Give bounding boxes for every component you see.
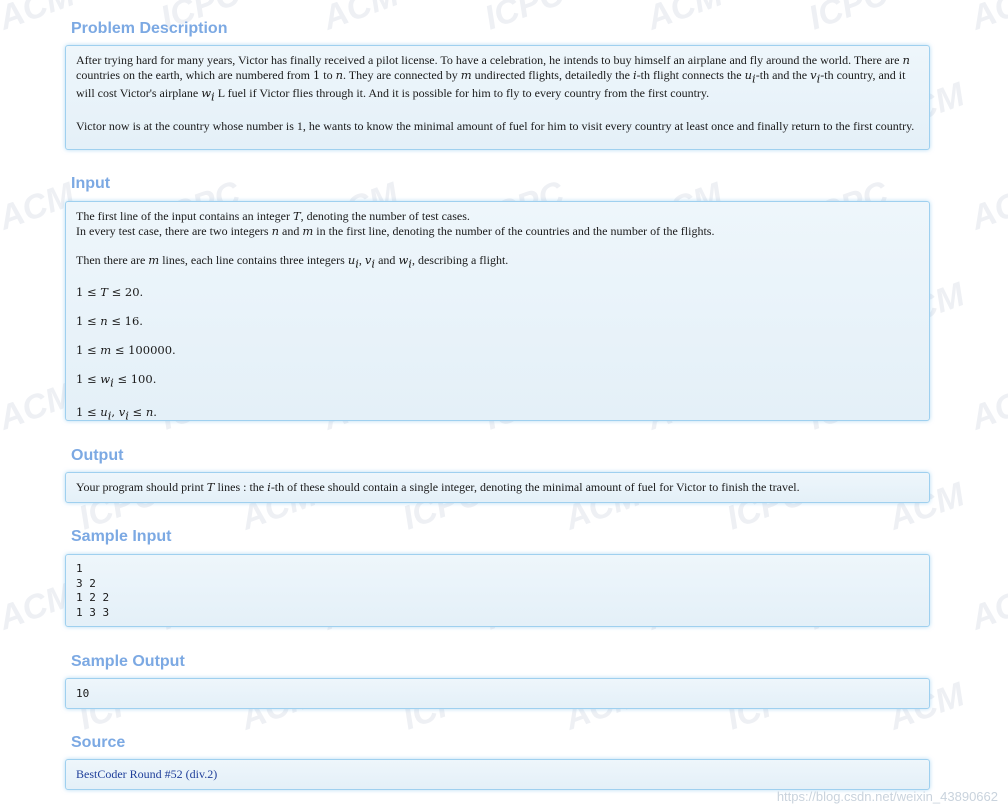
constraint-m: 1 ≤ m ≤ 100000. — [76, 343, 176, 358]
constraint-uv: 1 ≤ ui, vi ≤ n. — [76, 404, 157, 422]
input-paragraph-2: Then there are m lines, each line contai… — [76, 253, 509, 271]
output-title: Output — [71, 447, 124, 464]
watermark-glyph: ACM — [965, 375, 1008, 438]
input-paragraph-1: The first line of the input contains an … — [76, 209, 715, 238]
watermark-glyph: ICPC — [480, 0, 570, 38]
constraint-w: 1 ≤ wi ≤ 100. — [76, 372, 157, 390]
watermark-glyph: ACM — [317, 0, 404, 38]
output-paragraph: Your program should print T lines : the … — [76, 480, 800, 494]
problem-description-title: Problem Description — [71, 20, 228, 37]
output-panel: Your program should print T lines : the … — [65, 472, 930, 503]
sample-output-title: Sample Output — [71, 653, 185, 670]
watermark-glyph: ACM — [965, 175, 1008, 238]
watermark-glyph: ACM — [0, 0, 80, 38]
problem-description-paragraph-2: Victor now is at the country whose numbe… — [76, 118, 915, 133]
input-panel: The first line of the input contains an … — [65, 201, 930, 422]
source-panel: BestCoder Round #52 (div.2) — [65, 759, 930, 790]
source-title: Source — [71, 734, 126, 751]
input-title: Input — [71, 175, 111, 192]
source-link[interactable]: BestCoder Round #52 (div.2) — [76, 767, 217, 781]
watermark-glyph: ACM — [965, 0, 1008, 38]
sample-output-panel: 10 — [65, 678, 930, 709]
sample-input-title: Sample Input — [71, 528, 172, 545]
blog-watermark-url: https://blog.csdn.net/weixin_43890662 — [776, 789, 998, 804]
constraint-t: 1 ≤ T ≤ 20. — [76, 285, 144, 300]
problem-description-panel: After trying hard for many years, Victor… — [65, 45, 930, 150]
watermark-glyph: ACM — [641, 0, 728, 38]
watermark-glyph: ACM — [965, 575, 1008, 638]
constraint-n: 1 ≤ n ≤ 16. — [76, 314, 143, 329]
problem-description-paragraph-1: After trying hard for many years, Victor… — [76, 53, 910, 104]
sample-input-panel: 1 3 2 1 2 2 1 3 3 — [65, 554, 930, 627]
watermark-glyph: ICPC — [804, 0, 894, 38]
